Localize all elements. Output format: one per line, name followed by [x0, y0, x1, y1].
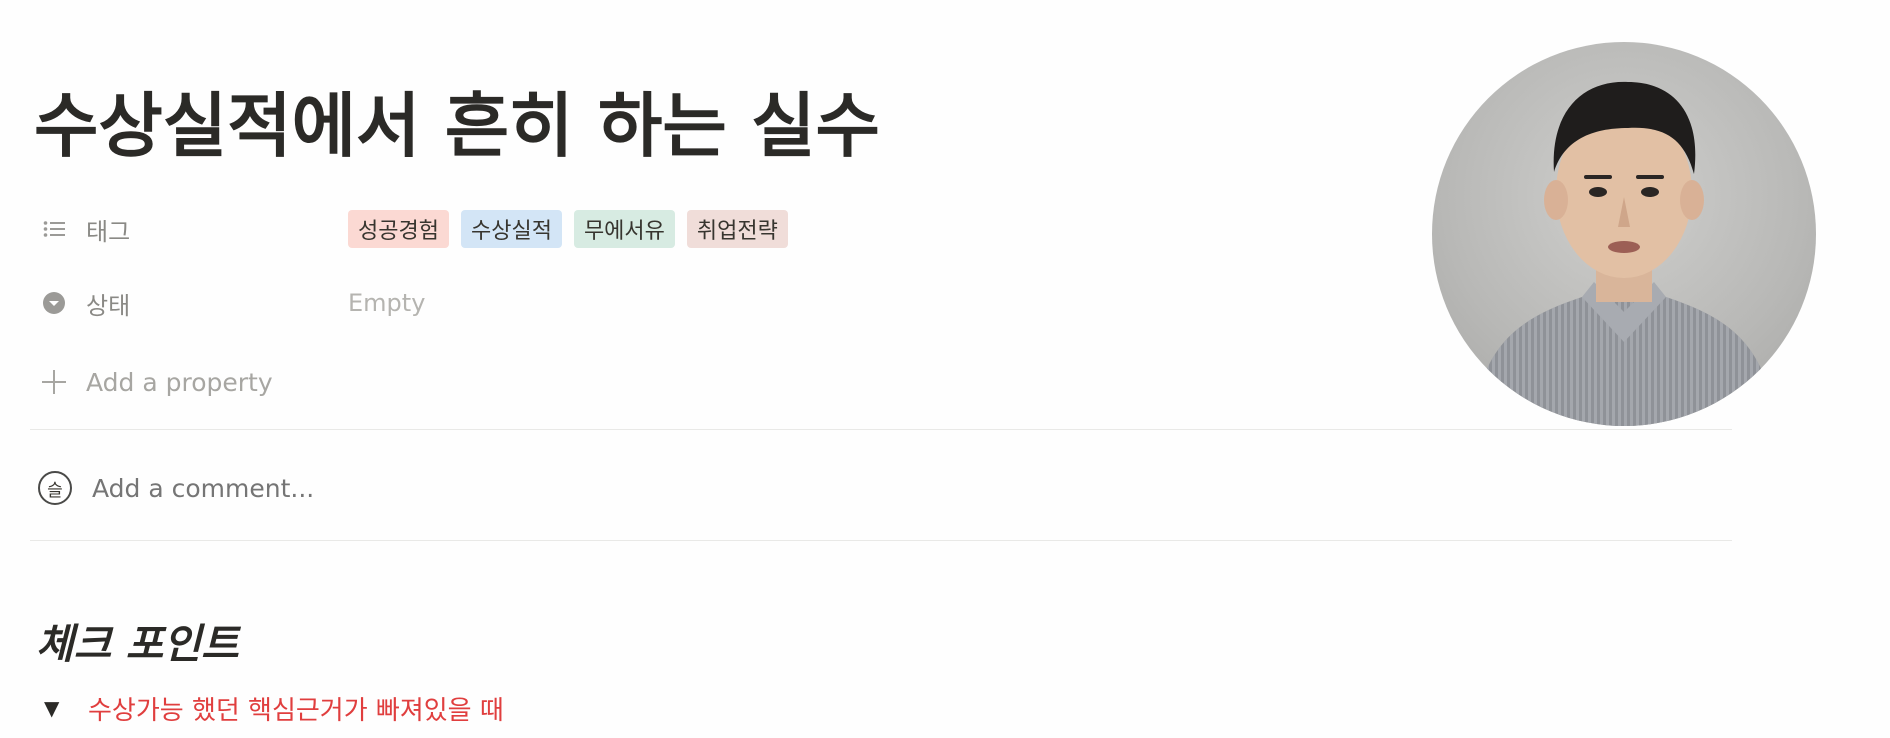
comment-input[interactable] — [92, 473, 592, 503]
tag-chip[interactable]: 무에서유 — [573, 210, 675, 248]
comment-bar[interactable]: 슬 — [38, 468, 592, 508]
divider — [30, 429, 1732, 430]
add-property-button[interactable]: Add a property — [40, 362, 1520, 402]
status-icon — [40, 289, 68, 317]
page-title[interactable]: 수상실적에서 흔히 하는 실수 — [34, 70, 880, 171]
property-name-status: 상태 — [86, 291, 131, 320]
add-property-label: Add a property — [86, 367, 273, 397]
tag-chip[interactable]: 성공경험 — [348, 210, 449, 248]
toggle-block[interactable]: ▼ 수상가능 했던 핵심근거가 빠져있을 때 — [44, 690, 504, 726]
webcam-video-overlay — [1432, 42, 1816, 426]
toggle-arrow-icon[interactable]: ▼ — [44, 696, 68, 720]
list-icon — [40, 215, 68, 243]
property-row-tags[interactable]: 태그 성공경험 수상실적 무에서유 취업전략 — [40, 209, 1520, 249]
status-value[interactable]: Empty — [348, 289, 425, 317]
plus-icon — [40, 368, 68, 396]
avatar: 슬 — [38, 471, 72, 505]
section-heading[interactable]: 체크 포인트 — [36, 610, 239, 670]
divider — [30, 540, 1732, 541]
toggle-text[interactable]: 수상가능 했던 핵심근거가 빠져있을 때 — [88, 690, 504, 727]
tag-chip[interactable]: 취업전략 — [686, 210, 788, 248]
property-row-status[interactable]: 상태 Empty — [40, 283, 1520, 323]
tag-chip[interactable]: 수상실적 — [460, 210, 562, 248]
property-name-tags: 태그 — [86, 217, 131, 246]
person-illustration — [1472, 81, 1776, 426]
page: 수상실적에서 흔히 하는 실수 태그 성공경험 수상실적 무에서유 취업전략 상… — [0, 0, 1890, 738]
tag-list[interactable]: 성공경험 수상실적 무에서유 취업전략 — [348, 210, 788, 248]
